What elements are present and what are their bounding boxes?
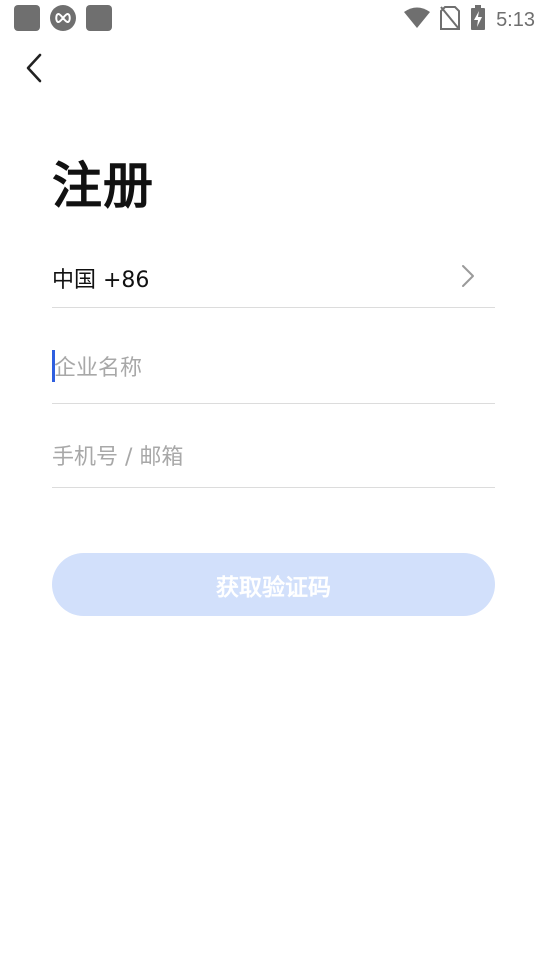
no-sim-icon: [440, 6, 461, 34]
chevron-left-icon: [25, 53, 43, 87]
country-code-label: 中国 +86: [52, 268, 150, 293]
app-square-icon: [86, 5, 112, 31]
page-title: 注册: [52, 157, 154, 215]
infinity-icon: [50, 5, 76, 31]
wifi-icon: [404, 7, 431, 33]
app-square-icon: [14, 5, 40, 31]
battery-charging-icon: [470, 5, 486, 35]
phone-email-row: [52, 432, 495, 488]
status-bar-right: 5:13: [404, 5, 535, 35]
get-verification-code-button[interactable]: 获取验证码: [52, 553, 495, 616]
status-bar: 5:13: [0, 0, 547, 38]
status-bar-left: [14, 5, 112, 31]
back-button[interactable]: [18, 52, 50, 88]
phone-email-input[interactable]: [52, 440, 482, 474]
status-time: 5:13: [496, 8, 535, 31]
chevron-right-icon: [461, 264, 475, 292]
company-name-input[interactable]: [54, 351, 484, 385]
company-name-row: [52, 340, 495, 404]
country-code-selector[interactable]: 中国 +86: [52, 250, 495, 308]
